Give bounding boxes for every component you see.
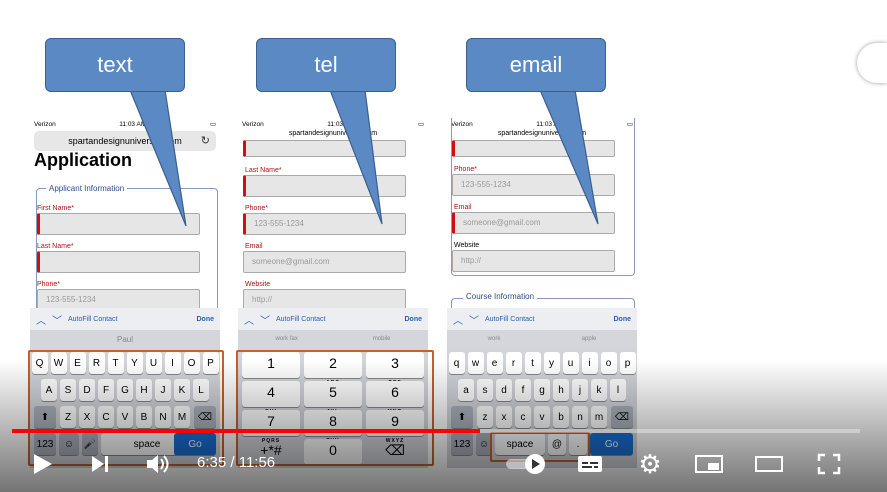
video-frame[interactable]: Verizon 11:03 AM ▭ spartandesignuniversi… — [0, 0, 887, 492]
volume-icon — [147, 455, 169, 473]
duration: 11:56 — [238, 454, 276, 471]
time-separator: / — [230, 454, 235, 471]
subtitles-button[interactable] — [574, 448, 606, 480]
progress-bar[interactable] — [12, 429, 860, 433]
theater-icon — [755, 456, 783, 472]
autoplay-icon — [506, 454, 545, 474]
gear-icon: ⚙ — [638, 448, 662, 479]
progress-played — [12, 429, 481, 433]
next-icon — [92, 456, 108, 472]
fullscreen-button[interactable] — [813, 448, 845, 480]
volume-button[interactable] — [142, 448, 174, 480]
play-button[interactable] — [26, 448, 58, 480]
callout-text: text — [45, 38, 185, 92]
settings-button[interactable]: ⚙ — [634, 448, 666, 480]
fullscreen-icon — [817, 453, 841, 475]
subtitles-icon — [578, 456, 602, 472]
play-icon — [34, 454, 52, 474]
autoplay-toggle[interactable] — [503, 448, 551, 480]
miniplayer-icon — [695, 455, 723, 473]
callout-email: email — [466, 38, 606, 92]
next-button[interactable] — [84, 448, 116, 480]
current-time: 6:35 — [197, 454, 227, 471]
theater-mode-button[interactable] — [753, 448, 785, 480]
time-display: 6:35 / 11:56 — [197, 454, 275, 471]
miniplayer-button[interactable] — [693, 448, 725, 480]
callout-tel: tel — [256, 38, 396, 92]
